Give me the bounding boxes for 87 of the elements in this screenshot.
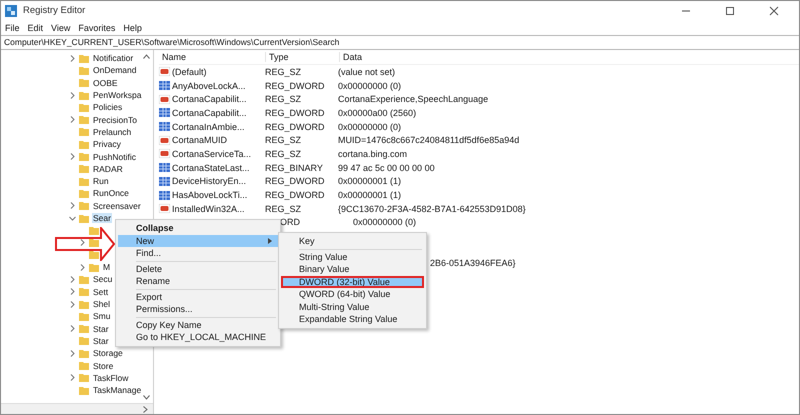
column-header[interactable]: Type: [265, 52, 339, 62]
tree-item[interactable]: RunOnce: [92, 188, 130, 198]
tree-item[interactable]: Storage: [92, 348, 124, 358]
value-name[interactable]: HasAboveLockTi...: [172, 190, 248, 200]
value-data: CortanaExperience,SpeechLanguage: [338, 94, 488, 104]
menu-item[interactable]: DWORD (32-bit) Value: [281, 276, 424, 288]
tree-item[interactable]: Privacy: [92, 139, 122, 150]
value-name[interactable]: DeviceHistoryEn...: [172, 176, 246, 186]
tree-item[interactable]: PrecisionTo: [92, 114, 138, 125]
value-type: REG_DWORD: [265, 176, 325, 186]
tree-item[interactable]: Sett: [92, 286, 110, 297]
menu-item[interactable]: Collapse: [118, 222, 278, 234]
menu-item[interactable]: Rename: [118, 275, 278, 288]
menu-item[interactable]: File: [5, 22, 20, 32]
value-name[interactable]: CortanaCapabilit...: [172, 94, 247, 104]
tree-item[interactable]: OnDemand: [92, 65, 138, 76]
value-name[interactable]: CortanaCapabilit...: [172, 108, 247, 118]
tree-item[interactable]: Policies: [92, 102, 124, 112]
value-type: ORD: [280, 217, 300, 228]
tree-item[interactable]: Sear: [92, 213, 112, 223]
menu-item[interactable]: New: [118, 234, 278, 247]
value-name[interactable]: CortanaStateLast...: [172, 162, 250, 173]
menu-item[interactable]: Help: [123, 22, 142, 32]
value-name[interactable]: (Default): [172, 66, 207, 77]
value-data: MUID=1476c8c667c24084811df5df6e85a94d: [338, 135, 520, 146]
tree-item[interactable]: Star: [92, 324, 110, 334]
menu-item[interactable]: Find...: [118, 247, 278, 260]
menu-item[interactable]: Expandable String Value: [281, 313, 424, 326]
value-type: REG_SZ: [265, 66, 302, 77]
tree-item[interactable]: RADAR: [92, 164, 124, 174]
value-type: REG_SZ: [265, 94, 302, 104]
value-type: REG_SZ: [265, 204, 302, 214]
value-type: REG_SZ: [265, 148, 302, 159]
menu-item[interactable]: Copy Key Name: [118, 318, 278, 331]
tree-item[interactable]: M: [102, 262, 112, 272]
value-type: REG_DWORD: [265, 122, 325, 132]
tree-item[interactable]: OOBE: [92, 78, 119, 88]
value-data: cortana.bing.com: [338, 148, 408, 159]
address-bar[interactable]: Computer\HKEY_CURRENT_USER\Software\Microsoft\Windows\CurrentVersion\Search: [1, 35, 799, 50]
value-type: REG_DWORD: [265, 108, 325, 118]
tree-item[interactable]: TaskFlow: [92, 372, 130, 383]
value-data: 0x00000a00 (2560): [338, 108, 416, 118]
tree-item[interactable]: Store: [92, 360, 114, 371]
value-data: 0x00000000 (0): [353, 217, 416, 228]
menu-item[interactable]: Binary Value: [281, 263, 424, 276]
value-type: REG_SZ: [265, 135, 302, 146]
menu-item[interactable]: Favorites: [78, 22, 116, 32]
tree-item[interactable]: Notificatior: [92, 53, 134, 64]
value-data: 99 47 ac 5c 00 00 00 00: [338, 162, 435, 173]
menu-item[interactable]: Permissions...: [118, 303, 278, 316]
value-name[interactable]: CortanaMUID: [172, 135, 228, 146]
menu-item[interactable]: Go to HKEY_LOCAL_MACHINE: [118, 331, 278, 344]
value-data: 2B6-051A3946FEA6}: [430, 258, 516, 268]
tree-item[interactable]: PushNotific: [92, 152, 137, 162]
value-data: {9CC13670-2F3A-4582-B7A1-642553D91D08}: [338, 204, 526, 214]
menu-item[interactable]: Delete: [118, 262, 278, 275]
tree-item[interactable]: Shel: [92, 299, 112, 310]
menu-item[interactable]: Multi-String Value: [281, 300, 424, 313]
tree-item[interactable]: PenWorkspa: [92, 90, 143, 100]
tree-item[interactable]: TaskManage: [92, 385, 142, 396]
menu-item[interactable]: Edit: [28, 22, 44, 32]
value-name[interactable]: CortanaInAmbie...: [172, 122, 245, 132]
value-name[interactable]: InstalledWin32A...: [172, 204, 245, 214]
value-name[interactable]: AnyAboveLockA...: [172, 80, 246, 91]
tree-item[interactable]: Smu: [92, 311, 112, 322]
menu-item[interactable]: QWORD (64-bit) Value: [281, 288, 424, 300]
tree-item[interactable]: Secu: [92, 274, 114, 284]
menu-item[interactable]: Key: [281, 235, 424, 248]
menu-item[interactable]: String Value: [281, 250, 424, 263]
value-name[interactable]: CortanaServiceTa...: [172, 148, 252, 159]
value-data: 0x00000001 (1): [338, 190, 402, 200]
value-type: REG_BINARY: [265, 162, 323, 173]
tree-item[interactable]: Screensaver: [92, 200, 142, 211]
tree-item[interactable]: Run: [92, 176, 110, 186]
value-type: REG_DWORD: [265, 80, 325, 91]
window-title: Registry Editor: [23, 5, 86, 16]
menu-item[interactable]: Export: [118, 290, 278, 303]
tree-item[interactable]: Prelaunch: [92, 126, 132, 137]
value-data: 0x00000000 (0): [338, 122, 402, 132]
value-type: REG_DWORD: [265, 190, 325, 200]
value-data: 0x00000000 (0): [338, 80, 402, 91]
column-header[interactable]: Data: [339, 52, 799, 62]
menu-item[interactable]: View: [51, 22, 70, 32]
column-header[interactable]: Name: [159, 52, 265, 62]
value-data: 0x00000001 (1): [338, 176, 402, 186]
value-data: (value not set): [338, 66, 396, 77]
tree-item[interactable]: Star: [92, 336, 110, 346]
